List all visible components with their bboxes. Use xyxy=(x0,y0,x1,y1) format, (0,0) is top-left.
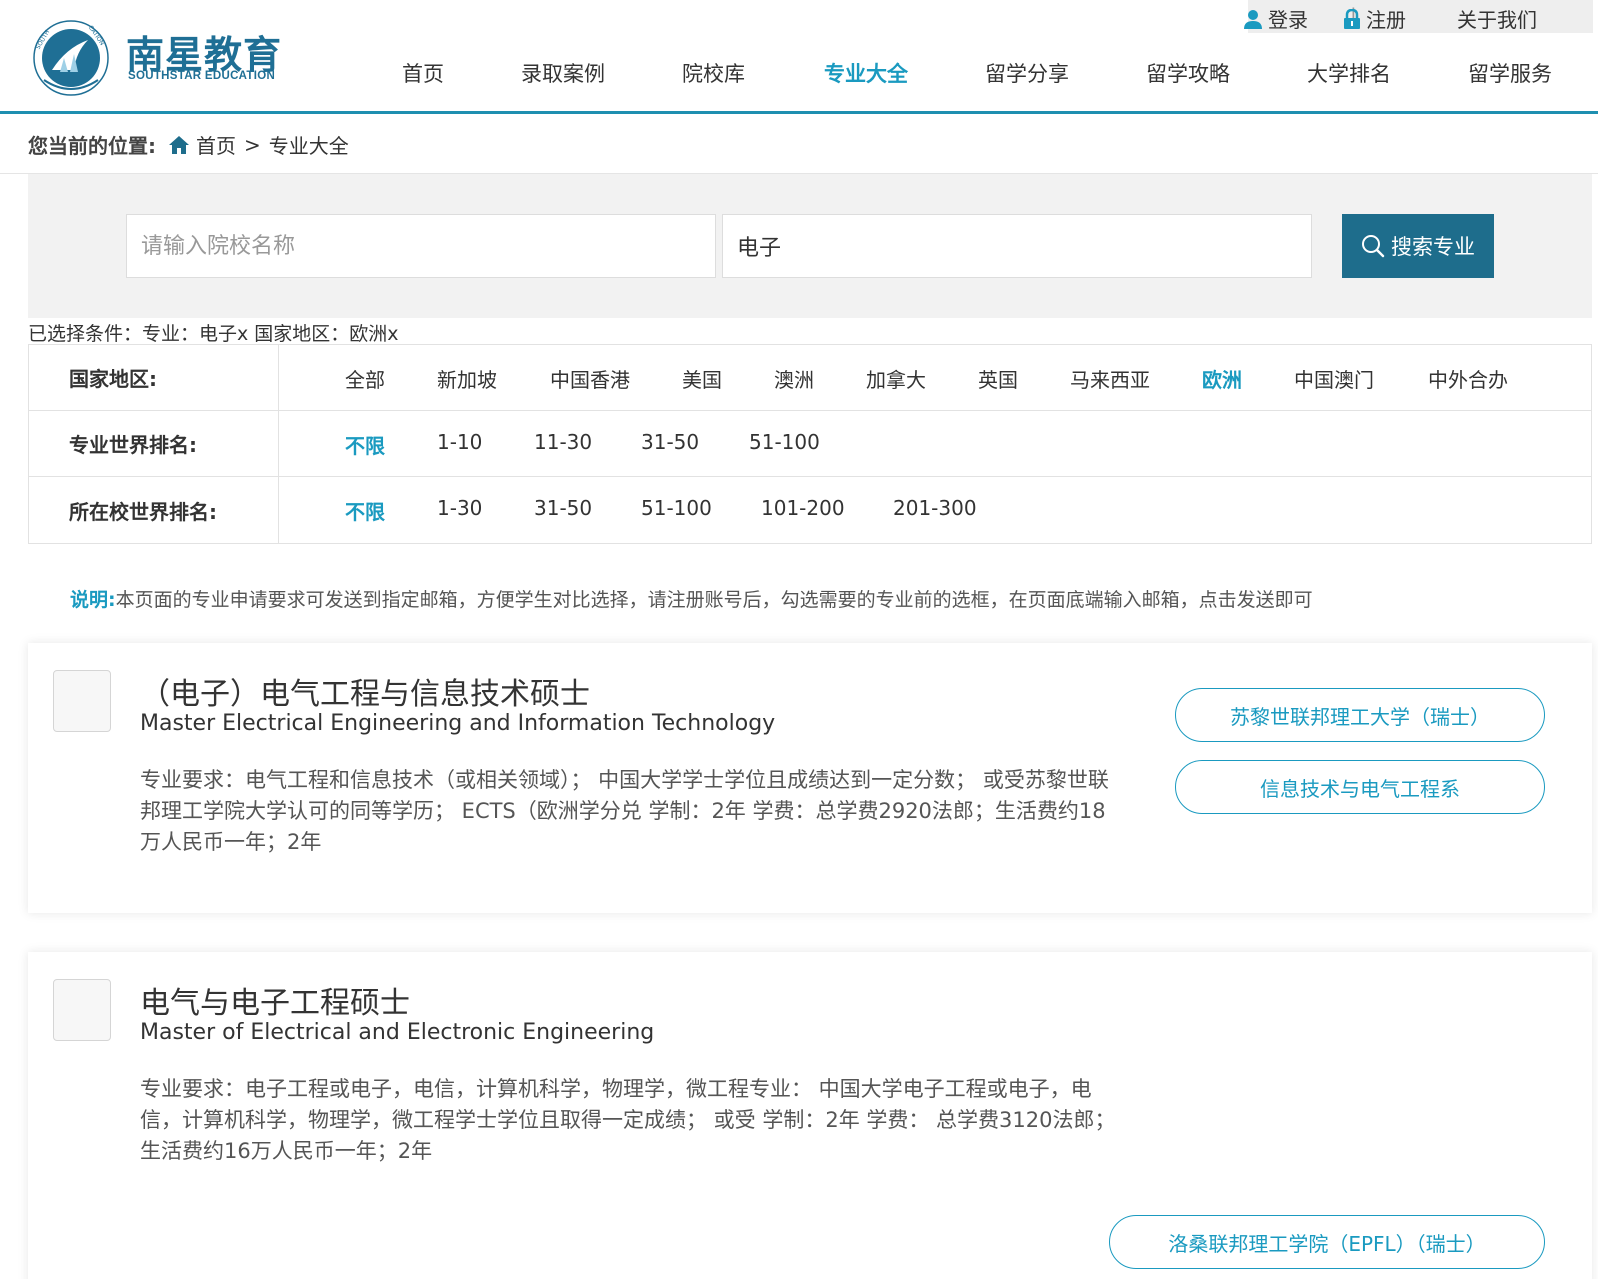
instructions-note: 说明:本页面的专业申请要求可发送到指定邮箱，方便学生对比选择，请注册账号后，勾选… xyxy=(70,585,1313,612)
filter-option-major-rank-any[interactable]: 不限 xyxy=(345,430,385,459)
major-search-input[interactable] xyxy=(722,214,1312,278)
filter-option-all[interactable]: 全部 xyxy=(345,364,385,393)
breadcrumb-current: 专业大全 xyxy=(268,134,349,158)
filter-option-singapore[interactable]: 新加坡 xyxy=(437,364,497,393)
filter-row-region: 国家地区: 全部 新加坡 中国香港 美国 澳洲 加拿大 英国 马来西亚 欧洲 中… xyxy=(29,345,1591,411)
nav-item-university-rankings[interactable]: 大学排名 xyxy=(1307,58,1391,88)
about-us-link[interactable]: 关于我们 xyxy=(1457,4,1537,33)
filter-option-macau[interactable]: 中国澳门 xyxy=(1294,364,1374,393)
nav-item-study-abroad-sharing[interactable]: 留学分享 xyxy=(985,58,1069,88)
program-title-cn[interactable]: （电子）电气工程与信息技术硕士 xyxy=(140,669,590,713)
nav-item-school-library[interactable]: 院校库 xyxy=(682,58,745,88)
nav-item-study-abroad-services[interactable]: 留学服务 xyxy=(1468,58,1552,88)
nav-item-admission-cases[interactable]: 录取案例 xyxy=(521,58,605,88)
nav-item-majors[interactable]: 专业大全 xyxy=(824,58,908,88)
filter-option-school-rank-101-200[interactable]: 101-200 xyxy=(761,496,845,520)
main-nav: 首页 录取案例 院校库 专业大全 留学分享 留学攻略 大学排名 留学服务 xyxy=(0,58,1598,92)
top-utility-bar: 登录 | 注册 关于我们 xyxy=(1244,0,1593,33)
filter-option-school-rank-51-100[interactable]: 51-100 xyxy=(641,496,712,520)
school-name-input[interactable] xyxy=(126,214,716,278)
login-label: 登录 xyxy=(1268,8,1308,32)
program-requirements: 专业要求：电气工程和信息技术（或相关领域）； 中国大学学士学位且成绩达到一定分数… xyxy=(140,768,1109,854)
note-text: 本页面的专业申请要求可发送到指定邮箱，方便学生对比选择，请注册账号后，勾选需要的… xyxy=(115,589,1313,611)
filter-option-malaysia[interactable]: 马来西亚 xyxy=(1070,364,1150,393)
nav-item-study-abroad-guide[interactable]: 留学攻略 xyxy=(1146,58,1230,88)
filter-label-major-rank: 专业世界排名: xyxy=(29,411,279,476)
selected-conditions: 已选择条件：专业：电子x 国家地区：欧洲x xyxy=(28,323,399,345)
filter-option-australia[interactable]: 澳洲 xyxy=(774,364,814,393)
program-title-cn[interactable]: 电气与电子工程硕士 xyxy=(140,978,410,1022)
filter-option-major-rank-11-30[interactable]: 11-30 xyxy=(534,430,592,454)
breadcrumb-home-link[interactable]: 首页 xyxy=(196,130,236,159)
register-link[interactable]: 注册 xyxy=(1344,4,1406,33)
login-link[interactable]: 登录 xyxy=(1244,4,1308,33)
filter-option-europe[interactable]: 欧洲 xyxy=(1202,364,1242,393)
filter-option-hong-kong[interactable]: 中国香港 xyxy=(550,364,630,393)
search-panel: 搜索专业 xyxy=(28,174,1592,318)
filter-option-sino-foreign[interactable]: 中外合办 xyxy=(1428,364,1508,393)
search-icon xyxy=(1362,235,1385,258)
filter-option-canada[interactable]: 加拿大 xyxy=(866,364,926,393)
home-icon xyxy=(169,135,189,154)
filter-option-usa[interactable]: 美国 xyxy=(682,364,722,393)
filter-label-region: 国家地区: xyxy=(29,345,279,410)
filter-label-school-rank: 所在校世界排名: xyxy=(29,477,279,543)
department-button[interactable]: 信息技术与电气工程系 xyxy=(1175,760,1545,814)
about-us-label: 关于我们 xyxy=(1457,8,1537,32)
program-checkbox[interactable] xyxy=(53,670,111,732)
site-header: SOUTH CATION 南星教育 SOUTHSTAR EDUCATION 登录… xyxy=(0,0,1598,114)
note-label: 说明: xyxy=(70,589,116,611)
filter-option-school-rank-1-30[interactable]: 1-30 xyxy=(437,496,482,520)
program-checkbox[interactable] xyxy=(53,979,111,1041)
lock-icon xyxy=(1344,8,1360,29)
program-card: （电子）电气工程与信息技术硕士 Master Electrical Engine… xyxy=(28,643,1592,913)
filter-table: 国家地区: 全部 新加坡 中国香港 美国 澳洲 加拿大 英国 马来西亚 欧洲 中… xyxy=(28,344,1592,544)
filter-option-major-rank-51-100[interactable]: 51-100 xyxy=(749,430,820,454)
program-requirements: 专业要求：电子工程或电子，电信，计算机科学，物理学，微工程专业： 中国大学电子工… xyxy=(140,1077,1116,1163)
program-title-en: Master of Electrical and Electronic Engi… xyxy=(140,1020,655,1045)
breadcrumb-separator: > xyxy=(244,132,261,157)
filter-row-school-rank: 所在校世界排名: 不限 1-30 31-50 51-100 101-200 20… xyxy=(29,477,1591,543)
register-label: 注册 xyxy=(1366,8,1406,32)
search-major-button[interactable]: 搜索专业 xyxy=(1342,214,1494,278)
filter-option-school-rank-201-300[interactable]: 201-300 xyxy=(893,496,977,520)
program-card: 电气与电子工程硕士 Master of Electrical and Elect… xyxy=(28,952,1592,1279)
filter-option-major-rank-1-10[interactable]: 1-10 xyxy=(437,430,482,454)
filter-option-school-rank-31-50[interactable]: 31-50 xyxy=(534,496,592,520)
nav-item-home[interactable]: 首页 xyxy=(402,58,444,88)
program-title-en: Master Electrical Engineering and Inform… xyxy=(140,711,776,736)
filter-option-uk[interactable]: 英国 xyxy=(978,364,1018,393)
school-button[interactable]: 苏黎世联邦理工大学（瑞士） xyxy=(1175,688,1545,742)
school-button[interactable]: 洛桑联邦理工学院（EPFL）（瑞士） xyxy=(1109,1215,1545,1269)
search-button-label: 搜索专业 xyxy=(1391,235,1475,259)
filter-option-major-rank-31-50[interactable]: 31-50 xyxy=(641,430,699,454)
user-icon xyxy=(1244,9,1262,29)
breadcrumb: 您当前的位置: 首页 > 专业大全 xyxy=(28,130,349,159)
breadcrumb-label: 您当前的位置: xyxy=(28,134,156,158)
filter-option-school-rank-any[interactable]: 不限 xyxy=(345,496,385,525)
filter-row-major-rank: 专业世界排名: 不限 1-10 11-30 31-50 51-100 xyxy=(29,411,1591,477)
